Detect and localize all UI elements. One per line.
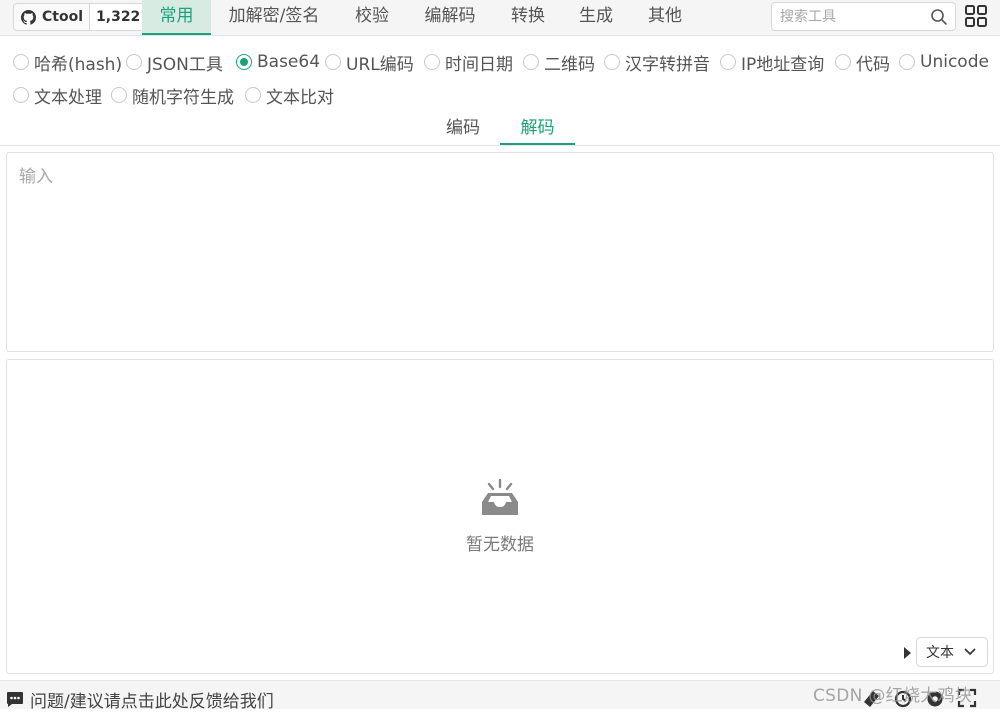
tool-label: JSON工具 bbox=[147, 54, 223, 75]
radio-circle bbox=[13, 87, 29, 103]
radio-circle bbox=[835, 54, 851, 70]
input-panel bbox=[6, 152, 994, 352]
tool-label: Base64 bbox=[257, 52, 321, 72]
radio-circle bbox=[604, 54, 620, 70]
empty-state: 暂无数据 bbox=[7, 478, 993, 555]
radio-circle bbox=[325, 54, 341, 70]
subtab-encode[interactable]: 编码 bbox=[430, 114, 496, 145]
tool-label: 二维码 bbox=[544, 54, 595, 75]
tool-radio-qrcode[interactable]: 二维码 bbox=[523, 50, 595, 75]
radio-circle bbox=[899, 54, 915, 70]
watermark-text: CSDN @红烧大鸡块 bbox=[813, 686, 973, 706]
star-count[interactable]: 1,322 bbox=[89, 4, 147, 30]
radio-circle bbox=[720, 54, 736, 70]
output-panel: 暂无数据 文本 bbox=[6, 359, 994, 674]
github-icon bbox=[21, 9, 36, 25]
tool-label: 文本比对 bbox=[266, 87, 334, 108]
tab-verify[interactable]: 校验 bbox=[340, 0, 404, 35]
chat-icon bbox=[7, 692, 23, 707]
tool-radio-text[interactable]: 文本处理 bbox=[13, 83, 102, 108]
radio-circle bbox=[424, 54, 440, 70]
tool-radio-url[interactable]: URL编码 bbox=[325, 50, 414, 75]
chevron-down-icon bbox=[964, 648, 976, 656]
empty-text: 暂无数据 bbox=[466, 535, 534, 555]
tool-label: URL编码 bbox=[346, 54, 414, 75]
tool-label: 汉字转拼音 bbox=[625, 54, 710, 75]
tool-label: 文本处理 bbox=[34, 87, 102, 108]
search-icon[interactable] bbox=[930, 8, 948, 26]
radio-circle bbox=[111, 87, 127, 103]
grid-icon[interactable] bbox=[964, 4, 988, 28]
subtabs-divider bbox=[0, 145, 1000, 146]
tool-radio-code[interactable]: 代码 bbox=[835, 50, 890, 75]
top-bar: Ctool 1,322 常用 加解密/签名 校验 编解码 转换 生成 其他 bbox=[0, 0, 1000, 36]
tab-encode-decode[interactable]: 编解码 bbox=[412, 0, 488, 35]
tool-radio-datetime[interactable]: 时间日期 bbox=[424, 50, 513, 75]
output-format-select[interactable]: 文本 bbox=[916, 637, 988, 667]
subtab-decode[interactable]: 解码 bbox=[500, 114, 575, 145]
tool-radio-unicode[interactable]: Unicode bbox=[899, 50, 989, 74]
radio-circle bbox=[523, 54, 539, 70]
radio-circle-checked bbox=[236, 54, 252, 70]
tab-crypto-sign[interactable]: 加解密/签名 bbox=[216, 0, 332, 35]
tab-convert[interactable]: 转换 bbox=[496, 0, 560, 35]
tool-label: 代码 bbox=[856, 54, 890, 75]
tool-label: Unicode bbox=[920, 52, 989, 72]
tab-generate[interactable]: 生成 bbox=[566, 0, 626, 35]
tool-label: 哈希(hash) bbox=[34, 54, 123, 75]
github-badge[interactable]: Ctool 1,322 bbox=[13, 3, 148, 31]
radio-circle bbox=[126, 54, 142, 70]
tool-label: 时间日期 bbox=[445, 54, 513, 75]
tool-radio-random[interactable]: 随机字符生成 bbox=[111, 83, 234, 108]
empty-inbox-icon bbox=[482, 478, 518, 515]
repo-name: Ctool bbox=[42, 9, 84, 25]
select-value: 文本 bbox=[926, 645, 954, 661]
tool-radio-pinyin[interactable]: 汉字转拼音 bbox=[604, 50, 710, 75]
tool-radio-ip[interactable]: IP地址查询 bbox=[720, 50, 825, 75]
tool-label: 随机字符生成 bbox=[132, 87, 234, 108]
tool-radio-hash[interactable]: 哈希(hash) bbox=[13, 50, 123, 75]
github-repo-link[interactable]: Ctool bbox=[14, 4, 89, 30]
input-textarea[interactable] bbox=[7, 153, 993, 351]
radio-circle bbox=[13, 54, 29, 70]
tab-common[interactable]: 常用 bbox=[142, 0, 211, 35]
caret-right-icon[interactable] bbox=[903, 646, 912, 660]
feedback-text: 问题/建议请点击此处反馈给我们 bbox=[30, 692, 274, 712]
feedback-link[interactable]: 问题/建议请点击此处反馈给我们 bbox=[6, 687, 274, 712]
tool-label: IP地址查询 bbox=[741, 54, 825, 75]
radio-circle bbox=[245, 87, 261, 103]
tool-radio-base64[interactable]: Base64 bbox=[236, 50, 320, 74]
search-box bbox=[771, 2, 956, 31]
tab-other[interactable]: 其他 bbox=[634, 0, 696, 35]
tool-radio-diff[interactable]: 文本比对 bbox=[245, 83, 334, 108]
tool-radio-json[interactable]: JSON工具 bbox=[126, 50, 223, 75]
search-input[interactable] bbox=[772, 3, 930, 30]
